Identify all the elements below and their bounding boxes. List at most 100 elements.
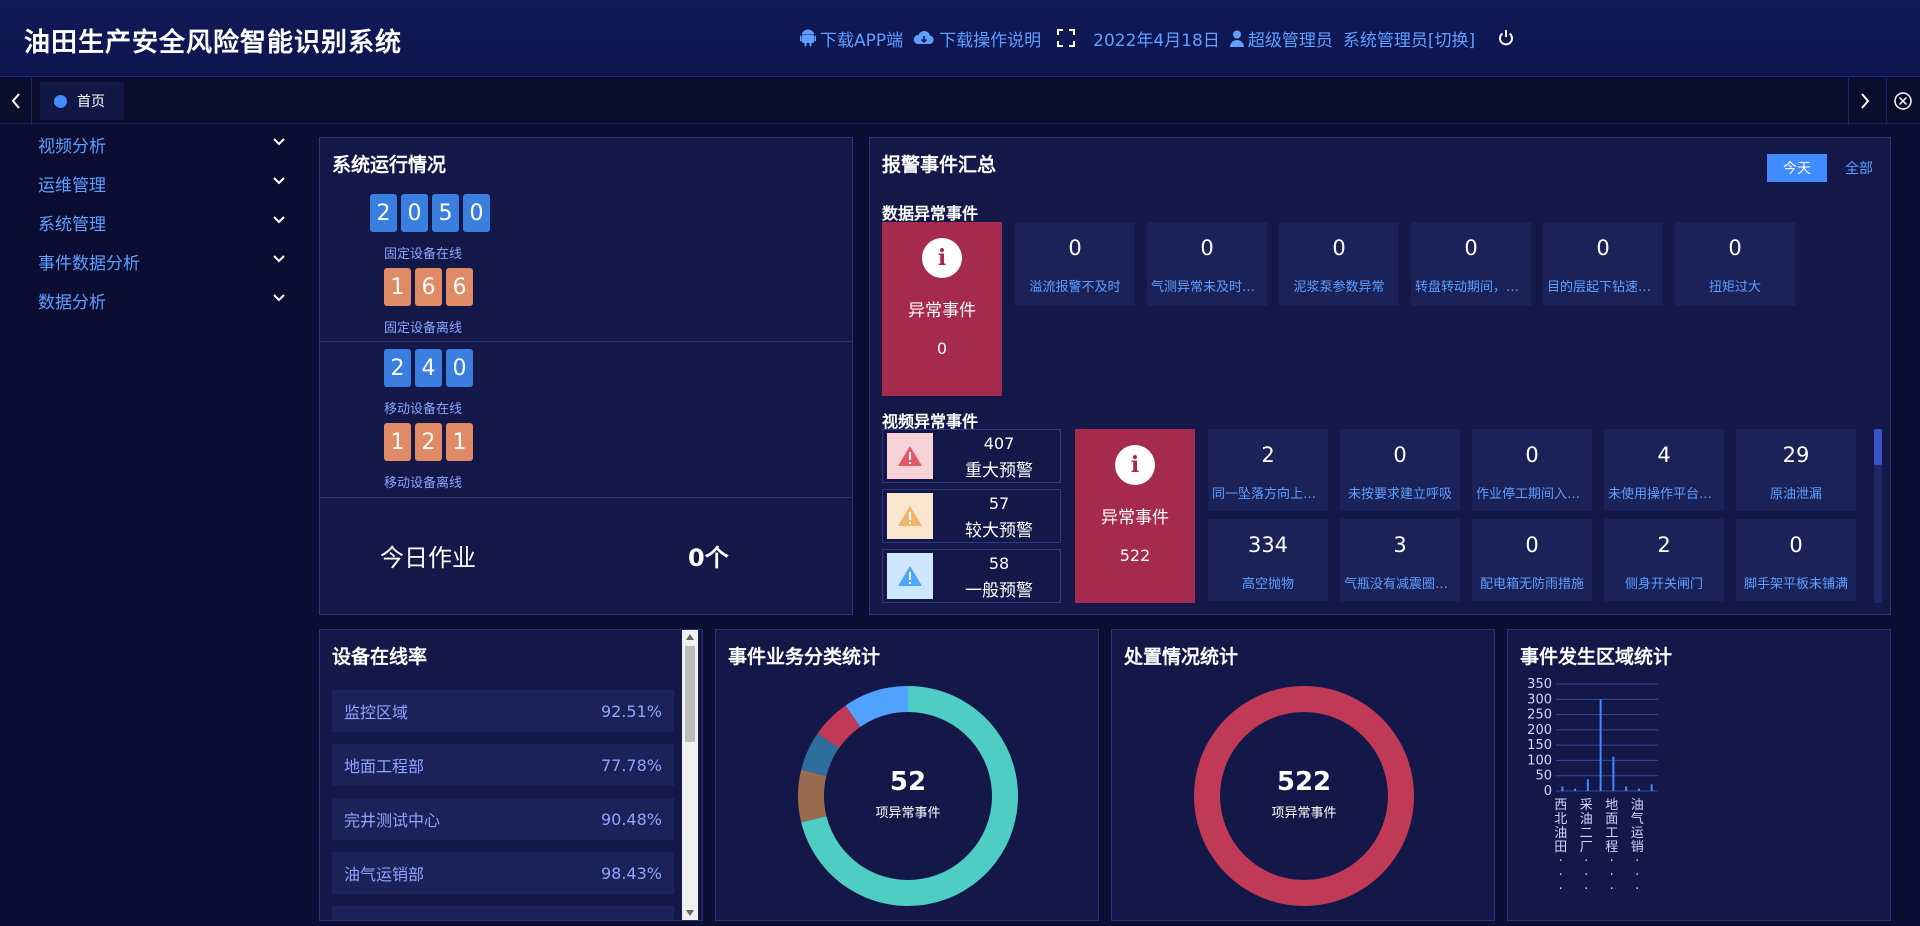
online-rate-row[interactable]: 油气运销部 98.43% xyxy=(332,852,674,894)
role-switch-link[interactable]: 系统管理员[切换] xyxy=(1343,26,1475,51)
x-tick-label: · xyxy=(1635,854,1639,869)
sidebar-item-video-analysis[interactable]: 视频分析 xyxy=(0,127,300,161)
filter-today-button[interactable]: 今天 xyxy=(1767,154,1827,182)
digit: 1 xyxy=(384,268,411,306)
digit: 2 xyxy=(415,423,442,461)
sidebar-item-operations[interactable]: 运维管理 xyxy=(0,166,300,200)
video-event-card[interactable]: 0 作业停工期间入员进入 xyxy=(1472,429,1592,511)
donut-center-label: 项异常事件 xyxy=(875,806,941,821)
area-bar-chart: 050100150200250300350西北油田···采油二厂···地面工程·… xyxy=(1527,677,1658,897)
online-rate-row[interactable]: 地面工程部 77.78% xyxy=(332,744,674,786)
video-events-total-card[interactable]: i 异常事件 522 xyxy=(1075,429,1195,603)
bar[interactable] xyxy=(1625,786,1628,791)
download-app-link[interactable]: 下载APP端 xyxy=(800,26,903,51)
data-event-card[interactable]: 0 气测异常未及时处理 xyxy=(1147,222,1267,306)
x-tick-label: · xyxy=(1559,868,1563,883)
video-event-card[interactable]: 3 气瓶没有减震圈防护 xyxy=(1340,519,1460,601)
bar[interactable] xyxy=(1650,784,1653,791)
x-tick-label: 西 xyxy=(1554,798,1567,813)
scrollbar-thumb[interactable] xyxy=(1874,429,1882,465)
area-rate: 77.78% xyxy=(600,755,662,775)
scroll-down-arrow-icon[interactable] xyxy=(686,910,694,916)
sidebar-item-label: 系统管理 xyxy=(38,214,106,235)
donut-center-label: 项异常事件 xyxy=(1271,806,1337,821)
video-event-card[interactable]: 2 侧身开关闸门 xyxy=(1604,519,1724,601)
chevron-down-icon xyxy=(273,294,285,302)
bar[interactable] xyxy=(1574,788,1577,791)
event-count: 334 xyxy=(1247,533,1289,557)
scrollbar-thumb[interactable] xyxy=(685,646,695,742)
warning-count: 58 xyxy=(988,554,1010,573)
bar[interactable] xyxy=(1561,786,1564,791)
mobile-offline-label: 移动设备离线 xyxy=(384,476,463,491)
x-tick-label: 地 xyxy=(1605,798,1618,813)
download-manual-link[interactable]: 下载操作说明 xyxy=(913,26,1041,51)
x-tick-label: · xyxy=(1610,868,1614,883)
online-rate-row[interactable]: 完井测试中心 90.48% xyxy=(332,798,674,840)
tab-scroll-right-button[interactable] xyxy=(1848,78,1880,124)
tab-scroll-left-button[interactable] xyxy=(0,78,32,124)
video-event-card[interactable]: 4 未使用操作平台作业 xyxy=(1604,429,1724,511)
video-event-card[interactable]: 29 原油泄漏 xyxy=(1736,429,1856,511)
video-event-card[interactable]: 0 未按要求建立呼吸 xyxy=(1340,429,1460,511)
video-events-scrollbar[interactable] xyxy=(1874,429,1882,603)
video-event-card[interactable]: 0 配电箱无防雨措施 xyxy=(1472,519,1592,601)
user-menu[interactable]: 超级管理员 xyxy=(1229,26,1333,51)
tab-home[interactable]: 首页 xyxy=(40,82,124,120)
x-tick-label: 面 xyxy=(1605,812,1618,827)
bar[interactable] xyxy=(1586,779,1589,791)
sidebar-item-event-data[interactable]: 事件数据分析 xyxy=(0,244,300,278)
fullscreen-icon xyxy=(1057,29,1076,47)
download-app-label: 下载APP端 xyxy=(820,30,904,51)
mobile-online-label: 移动设备在线 xyxy=(384,402,463,417)
scroll-up-arrow-icon[interactable] xyxy=(686,634,694,640)
x-tick-label: · xyxy=(1635,868,1639,883)
chevron-down-icon xyxy=(273,177,285,185)
logout-button[interactable] xyxy=(1497,29,1515,47)
filter-all-button[interactable]: 全部 xyxy=(1829,154,1889,182)
android-icon xyxy=(800,29,816,47)
data-event-card[interactable]: 0 转盘转动期间，吊卡未摘除 xyxy=(1411,222,1531,306)
video-event-card[interactable]: 2 同一坠落方向上交叉作业 xyxy=(1208,429,1328,511)
bar[interactable] xyxy=(1637,788,1640,791)
sidebar-item-label: 视频分析 xyxy=(38,136,106,157)
event-count: 2 xyxy=(1261,443,1275,467)
handle-stats-panel: 处置情况统计 522 项异常事件 xyxy=(1111,629,1495,921)
fixed-offline-label: 固定设备离线 xyxy=(384,321,463,336)
fullscreen-button[interactable] xyxy=(1057,29,1076,47)
event-label: 脚手架平板未铺满 xyxy=(1743,577,1848,592)
fixed-offline-counter: 1 6 6 xyxy=(384,268,473,306)
sidebar-item-data-analysis[interactable]: 数据分析 xyxy=(0,283,300,317)
data-event-card[interactable]: 0 溢流报警不及时 xyxy=(1015,222,1135,306)
video-event-card[interactable]: 334 高空抛物 xyxy=(1208,519,1328,601)
y-tick-label: 100 xyxy=(1527,753,1552,768)
cloud-download-icon xyxy=(913,30,934,44)
warning-serious-card[interactable]: 57 较大预警 xyxy=(882,489,1061,543)
online-rate-scrollbar[interactable] xyxy=(682,630,698,920)
data-event-card[interactable]: 0 目的层起下钻速度过快 xyxy=(1543,222,1663,306)
sidebar-item-system[interactable]: 系统管理 xyxy=(0,205,300,239)
event-label: 同一坠落方向上交叉作业 xyxy=(1212,487,1324,502)
system-run-panel: 系统运行情况 2 0 5 0 固定设备在线 1 6 6 固定设备离线 2 4 0… xyxy=(319,137,853,615)
online-rate-row[interactable]: 监控区域 92.51% xyxy=(332,690,674,732)
data-events-total-card[interactable]: i 异常事件 0 xyxy=(882,222,1002,396)
data-events-total-count: 0 xyxy=(936,339,948,358)
data-event-card[interactable]: 0 扭矩过大 xyxy=(1675,222,1795,306)
x-tick-label: · xyxy=(1635,882,1639,897)
bar[interactable] xyxy=(1612,756,1615,791)
video-event-card[interactable]: 0 脚手架平板未铺满 xyxy=(1736,519,1856,601)
fixed-online-counter: 2 0 5 0 xyxy=(370,194,490,232)
main-content: 系统运行情况 2 0 5 0 固定设备在线 1 6 6 固定设备离线 2 4 0… xyxy=(306,125,1904,926)
user-label: 超级管理员 xyxy=(1247,30,1333,51)
digit: 4 xyxy=(415,349,442,387)
bar[interactable] xyxy=(1599,699,1602,791)
warning-major-card[interactable]: 407 重大预警 xyxy=(882,429,1061,483)
warning-general-card[interactable]: 58 一般预警 xyxy=(882,549,1061,603)
x-tick-label: 北 xyxy=(1554,812,1567,827)
close-all-tabs-button[interactable] xyxy=(1886,78,1918,124)
data-events-total-label: 异常事件 xyxy=(908,301,976,321)
x-tick-label: 油 xyxy=(1631,798,1644,813)
sidebar-item-label: 事件数据分析 xyxy=(38,253,140,274)
data-event-card[interactable]: 0 泥浆泵参数异常 xyxy=(1279,222,1399,306)
x-tick-label: 程 xyxy=(1605,840,1618,855)
